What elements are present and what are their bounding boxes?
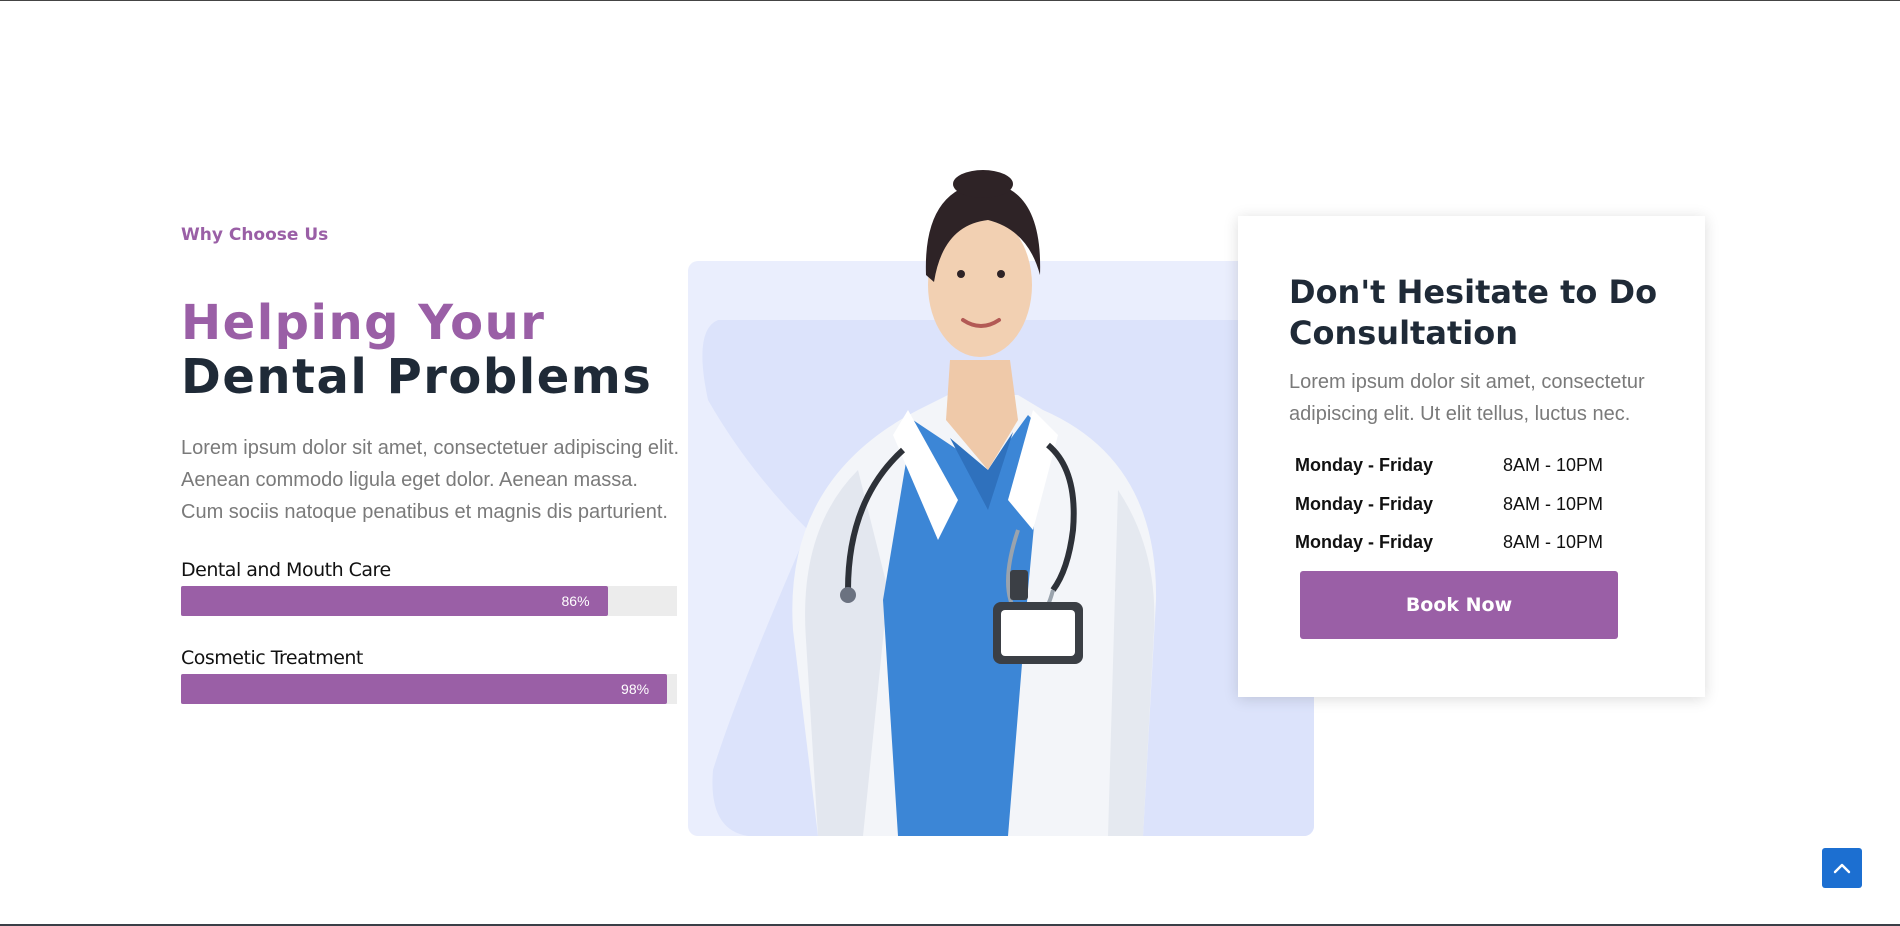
skill-label: Cosmetic Treatment [181, 647, 363, 669]
progress-fill: 98% [181, 674, 668, 704]
heading-line-accent: Helping Your [181, 295, 546, 351]
hours-day: Monday - Friday [1295, 493, 1434, 514]
skill-dental-care: Dental and Mouth Care 86% [181, 556, 677, 616]
progress-track: 98% [181, 674, 677, 704]
top-divider [0, 0, 1900, 1]
hours-row: Monday - Friday 8AM - 10PM [1295, 450, 1635, 489]
card-text: Lorem ipsum dolor sit amet, consectetur … [1289, 371, 1645, 425]
section-intro: Lorem ipsum dolor sit amet, consectetuer… [181, 437, 680, 523]
skill-cosmetic-treatment: Cosmetic Treatment 98% [181, 644, 677, 704]
section-heading: Helping Your Dental Problems [181, 296, 652, 404]
progress-fill: 86% [181, 586, 608, 616]
card-title: Don't Hesitate to Do Consultation [1289, 273, 1658, 352]
hours-time: 8AM - 10PM [1503, 455, 1604, 475]
hours-row: Monday - Friday 8AM - 10PM [1295, 489, 1635, 528]
hours-time: 8AM - 10PM [1503, 532, 1604, 552]
hours-row: Monday - Friday 8AM - 10PM [1295, 527, 1635, 566]
scroll-to-top-button[interactable] [1822, 848, 1862, 888]
book-now-button[interactable]: Book Now [1300, 571, 1618, 639]
hours-day: Monday - Friday [1295, 455, 1434, 475]
hours-time: 8AM - 10PM [1503, 493, 1604, 514]
skill-label: Dental and Mouth Care [181, 559, 391, 581]
section-eyebrow: Why Choose Us [181, 225, 329, 245]
hours-day: Monday - Friday [1295, 532, 1434, 552]
heading-line-dark: Dental Problems [181, 349, 653, 405]
progress-percent: 86% [561, 593, 590, 609]
progress-track: 86% [181, 586, 677, 616]
consultation-card: Don't Hesitate to Do Consultation Lorem … [1238, 216, 1705, 697]
opening-hours: Monday - Friday 8AM - 10PM Monday - Frid… [1295, 450, 1635, 566]
chevron-up-icon [1833, 863, 1851, 874]
progress-percent: 98% [621, 681, 650, 697]
